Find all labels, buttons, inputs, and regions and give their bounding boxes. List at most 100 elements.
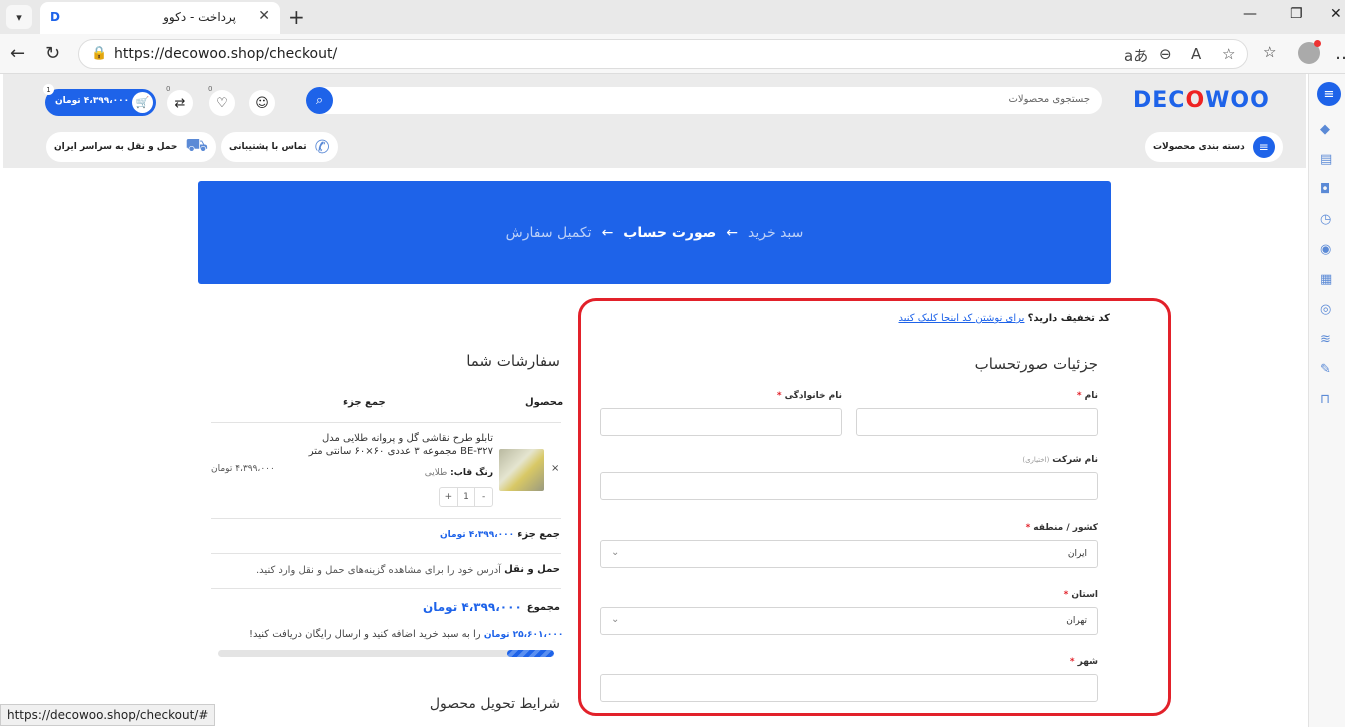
state-label: استان* (1064, 590, 1098, 600)
divider (211, 422, 561, 423)
required-mark: * (1069, 657, 1075, 667)
sidebar-calculator-icon[interactable]: ▦ (1320, 272, 1332, 287)
wishlist-heart-icon[interactable]: ♡ (209, 90, 235, 116)
country-select[interactable]: ایران ⌄ (600, 540, 1098, 568)
user-account-icon[interactable]: ☺ (249, 90, 275, 116)
order-title: سفارشات شما (466, 352, 560, 370)
remove-item-icon[interactable]: × (551, 463, 559, 474)
shipping-label: حمل و نقل (504, 564, 560, 575)
coupon-link[interactable]: برای نوشتن کد اینجا کلیک کنید (899, 313, 1025, 324)
close-tab-icon[interactable]: ✕ (258, 8, 270, 24)
read-aloud-icon[interactable]: aあ (1124, 45, 1148, 66)
close-window-icon[interactable]: ✕ (1330, 6, 1342, 22)
city-label-text: شهر (1077, 657, 1098, 667)
shipping-info[interactable]: حمل و نقل به سراسر ایران ⛟ (46, 132, 217, 162)
minimize-icon[interactable]: — (1243, 6, 1257, 22)
country-value: ایران (1067, 549, 1087, 559)
tab-list-dropdown-icon[interactable]: ▾ (6, 5, 32, 29)
column-product: محصول (525, 397, 564, 408)
product-attribute: رنگ قاب: طلایی (425, 468, 493, 478)
qty-value[interactable]: 1 (456, 488, 475, 506)
categories-label: دسته بندی محصولات (1153, 142, 1245, 152)
url-text[interactable]: https://decowoo.shop/checkout/ (114, 46, 337, 62)
status-bar: https://decowoo.shop/checkout/# (0, 704, 216, 726)
optional-mark: (اختیاری) (1022, 456, 1050, 464)
favorite-star-icon[interactable]: ☆ (1222, 45, 1235, 63)
column-subtotal: جمع جزء (343, 397, 386, 408)
subtotal-value: ۴،۳۹۹،۰۰۰ تومان (440, 530, 515, 540)
categories-button[interactable]: دسته بندی محصولات ≡ (1145, 132, 1283, 162)
new-tab-icon[interactable]: + (288, 5, 305, 29)
divider (211, 588, 561, 589)
cart-count-badge: 1 (43, 84, 54, 95)
site-logo[interactable]: DECOWOO (1133, 88, 1270, 113)
qty-plus-button[interactable]: + (440, 488, 457, 506)
sidebar-location-icon[interactable]: ◆ (1320, 122, 1330, 137)
company-label-text: نام شرکت (1052, 455, 1098, 465)
qty-minus-button[interactable]: - (474, 488, 492, 506)
favorites-icon[interactable]: ☆ (1263, 43, 1276, 61)
sidebar-camera-icon[interactable]: ◘ (1320, 182, 1330, 197)
more-menu-icon[interactable]: … (1335, 43, 1345, 64)
support-button[interactable]: تماس با پشتیبانی ✆ (221, 132, 338, 162)
cart-icon: 🛒 (132, 92, 153, 113)
step-cart[interactable]: سبد خرید (748, 225, 803, 241)
immersive-reader-icon[interactable]: A (1191, 45, 1201, 63)
zoom-icon[interactable]: ⊖ (1159, 45, 1172, 63)
city-field[interactable] (600, 674, 1098, 702)
browser-sidebar: ≡ ◆ ▤ ◘ ◷ ◉ ▦ ◎ ≋ ✎ ⊓ (1308, 74, 1345, 727)
shipping-note: آدرس خود را برای مشاهده گزینه‌های حمل و … (256, 565, 501, 576)
notification-dot (1314, 40, 1321, 47)
last-name-label: نام خانوادگی* (777, 391, 842, 401)
logo-text-start: DEC (1133, 88, 1186, 113)
free-shipping-text: را به سبد خرید اضافه کنید و ارسال رایگان… (249, 629, 481, 640)
first-name-label-text: نام (1084, 391, 1098, 401)
company-field[interactable] (600, 472, 1098, 500)
sidebar-chart-icon[interactable]: ≋ (1320, 332, 1331, 347)
subtotal-label: جمع جزء (517, 529, 560, 540)
search-bar[interactable]: ⌕ جستجوی محصولات (306, 87, 1102, 114)
sidebar-pin-icon[interactable]: ✎ (1320, 362, 1331, 377)
last-name-label-text: نام خانوادگی (784, 391, 842, 401)
maximize-icon[interactable]: ❐ (1290, 6, 1303, 22)
sidebar-clock-icon[interactable]: ◷ (1320, 212, 1331, 227)
country-label: کشور / منطقه* (1026, 523, 1098, 533)
last-name-field[interactable] (600, 408, 842, 436)
required-mark: * (1076, 391, 1082, 401)
search-icon[interactable]: ⌕ (306, 87, 333, 114)
address-bar[interactable]: 🔒 https://decowoo.shop/checkout/ aあ ⊖ A … (78, 39, 1248, 69)
product-thumbnail[interactable] (499, 449, 544, 491)
required-mark: * (1025, 523, 1031, 533)
cart-button[interactable]: 1 ۴،۳۹۹،۰۰۰ تومان 🛒 (43, 84, 156, 116)
back-icon[interactable]: ← (10, 43, 25, 64)
sidebar-menu-icon[interactable]: ≡ (1317, 82, 1341, 106)
search-input[interactable]: جستجوی محصولات (1008, 94, 1090, 105)
first-name-label: نام* (1077, 391, 1098, 401)
cart-amount: ۴،۳۹۹،۰۰۰ تومان (55, 96, 130, 106)
step-account: صورت حساب (623, 224, 717, 241)
divider (211, 518, 561, 519)
browser-tab[interactable]: D پرداخت - دکوو ✕ (40, 2, 280, 34)
total-label: مجموع (526, 602, 560, 613)
required-mark: * (1063, 590, 1069, 600)
sidebar-globe-icon[interactable]: ◎ (1320, 302, 1331, 317)
coupon-question: کد تخفیف دارید؟ (1027, 313, 1110, 324)
sidebar-bulb-icon[interactable]: ◉ (1320, 242, 1331, 257)
refresh-icon[interactable]: ↻ (45, 43, 60, 64)
country-label-text: کشور / منطقه (1033, 523, 1098, 533)
checkout-steps-banner: سبد خرید ← صورت حساب ← تکمیل سفارش (198, 181, 1111, 284)
city-label: شهر* (1070, 657, 1098, 667)
attribute-value: طلایی (424, 468, 448, 478)
product-name[interactable]: تابلو طرح نقاشی گل و پروانه طلایی مدل BE… (293, 432, 493, 458)
total-value: ۴،۳۹۹،۰۰۰ تومان (423, 600, 522, 614)
divider (211, 553, 561, 554)
company-label: نام شرکت(اختیاری) (1022, 455, 1098, 465)
first-name-field[interactable] (856, 408, 1098, 436)
sidebar-table-icon[interactable]: ⊓ (1320, 392, 1330, 407)
billing-details-form: کد تخفیف دارید؟ برای نوشتن کد اینجا کلیک… (578, 298, 1171, 716)
compare-shuffle-icon[interactable]: ⇄ (167, 90, 193, 116)
truck-icon: ⛟ (185, 135, 209, 156)
sidebar-shopping-icon[interactable]: ▤ (1320, 152, 1332, 167)
state-select[interactable]: تهران ⌄ (600, 607, 1098, 635)
lock-icon[interactable]: 🔒 (91, 46, 107, 61)
